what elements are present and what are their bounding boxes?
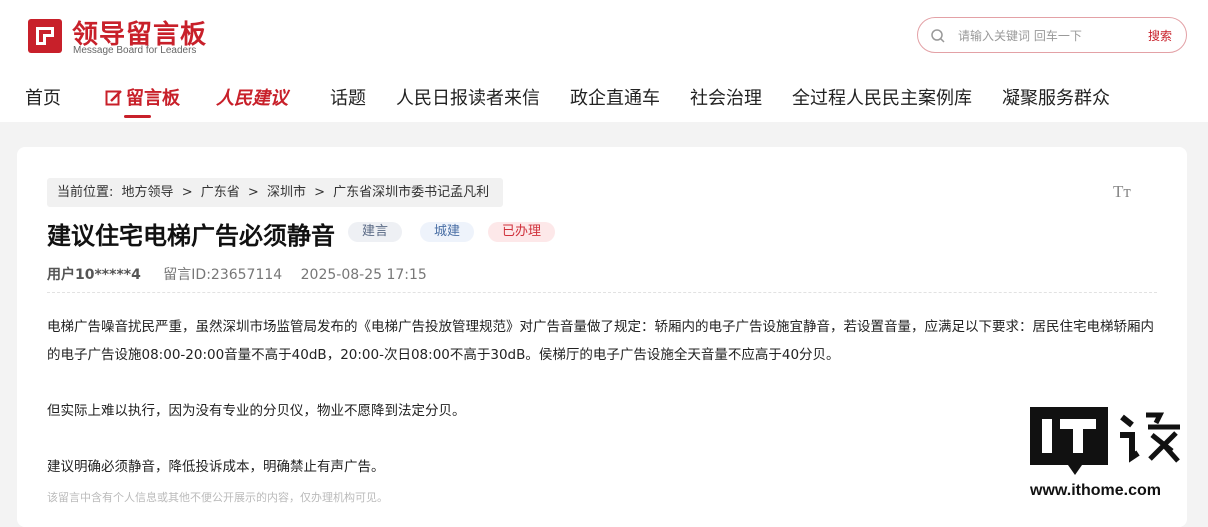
ithome-watermark: www.ithome.com [1028, 405, 1190, 505]
post-paragraph: 但实际上难以执行，因为没有专业的分贝仪，物业不愿降到法定分贝。 [47, 403, 466, 419]
site-logo[interactable]: 领导留言板 Message Board for Leaders [26, 14, 226, 58]
status-badge: 已办理 [488, 222, 556, 242]
post-message-id: 留言ID:23657114 [163, 267, 283, 283]
breadcrumb-item[interactable]: 广东省深圳市委书记孟凡利 [333, 185, 489, 200]
watermark-url: www.ithome.com [1030, 482, 1161, 499]
active-nav-indicator [124, 115, 151, 118]
search-input[interactable] [958, 26, 1138, 46]
nav-message-board[interactable]: 留言板 [105, 84, 180, 110]
post-user: 用户10*****4 [47, 267, 141, 283]
edit-icon [105, 90, 122, 106]
nav-people-suggestion[interactable]: 人民建议 [216, 84, 288, 110]
search-box: 搜索 [917, 17, 1187, 53]
post-paragraph: 建议明确必须静音，降低投诉成本，明确禁止有声广告。 [47, 459, 385, 475]
font-size-toggle[interactable]: Tт [1113, 182, 1131, 202]
nav-topics[interactable]: 话题 [330, 84, 366, 110]
nav-serve-masses[interactable]: 凝聚服务群众 [1002, 84, 1110, 110]
breadcrumb-prefix: 当前位置: [57, 185, 114, 200]
site-header: 领导留言板 Message Board for Leaders 搜索 首页 留言… [0, 0, 1208, 122]
divider [47, 292, 1157, 293]
post-title: 建议住宅电梯广告必须静音 [47, 222, 335, 250]
logo-subtitle: Message Board for Leaders [73, 45, 197, 56]
nav-social-governance[interactable]: 社会治理 [690, 84, 762, 110]
nav-democracy-cases[interactable]: 全过程人民民主案例库 [792, 84, 972, 110]
nav-gov-enterprise[interactable]: 政企直通车 [570, 84, 660, 110]
logo-mark-icon [28, 19, 62, 53]
search-button[interactable]: 搜索 [1148, 27, 1172, 44]
privacy-note: 该留言中含有个人信息或其他不便公开展示的内容，仅办理机构可见。 [47, 491, 388, 504]
breadcrumb-item[interactable]: 地方领导 [122, 185, 174, 200]
breadcrumb-item[interactable]: 广东省 [201, 185, 240, 200]
post-meta: 用户10*****4 留言ID:23657114 2025-08-25 17:1… [47, 264, 427, 284]
breadcrumb: 当前位置: 地方领导 > 广东省 > 深圳市 > 广东省深圳市委书记孟凡利 [47, 178, 504, 207]
breadcrumb-separator: > [181, 185, 193, 200]
breadcrumb-item[interactable]: 深圳市 [267, 185, 306, 200]
nav-readers-letters[interactable]: 人民日报读者来信 [396, 84, 540, 110]
post-paragraph: 电梯广告噪音扰民严重，虽然深圳市场监管局发布的《电梯广告投放管理规范》对广告音量… [47, 319, 1154, 363]
search-icon [931, 29, 945, 43]
nav-message-board-label: 留言板 [126, 88, 180, 109]
breadcrumb-separator: > [314, 185, 325, 200]
tag-category: 建言 [348, 222, 403, 242]
breadcrumb-separator: > [247, 185, 259, 200]
main-nav: 首页 留言板 人民建议 话题 人民日报读者来信 政企直通车 社会治理 全过程人民… [0, 80, 1208, 120]
tag-field: 城建 [420, 222, 475, 242]
ithome-logo-icon [1030, 407, 1180, 475]
post-datetime: 2025-08-25 17:15 [300, 267, 427, 283]
message-card: 当前位置: 地方领导 > 广东省 > 深圳市 > 广东省深圳市委书记孟凡利 Tт… [17, 147, 1187, 527]
nav-home[interactable]: 首页 [25, 84, 61, 110]
